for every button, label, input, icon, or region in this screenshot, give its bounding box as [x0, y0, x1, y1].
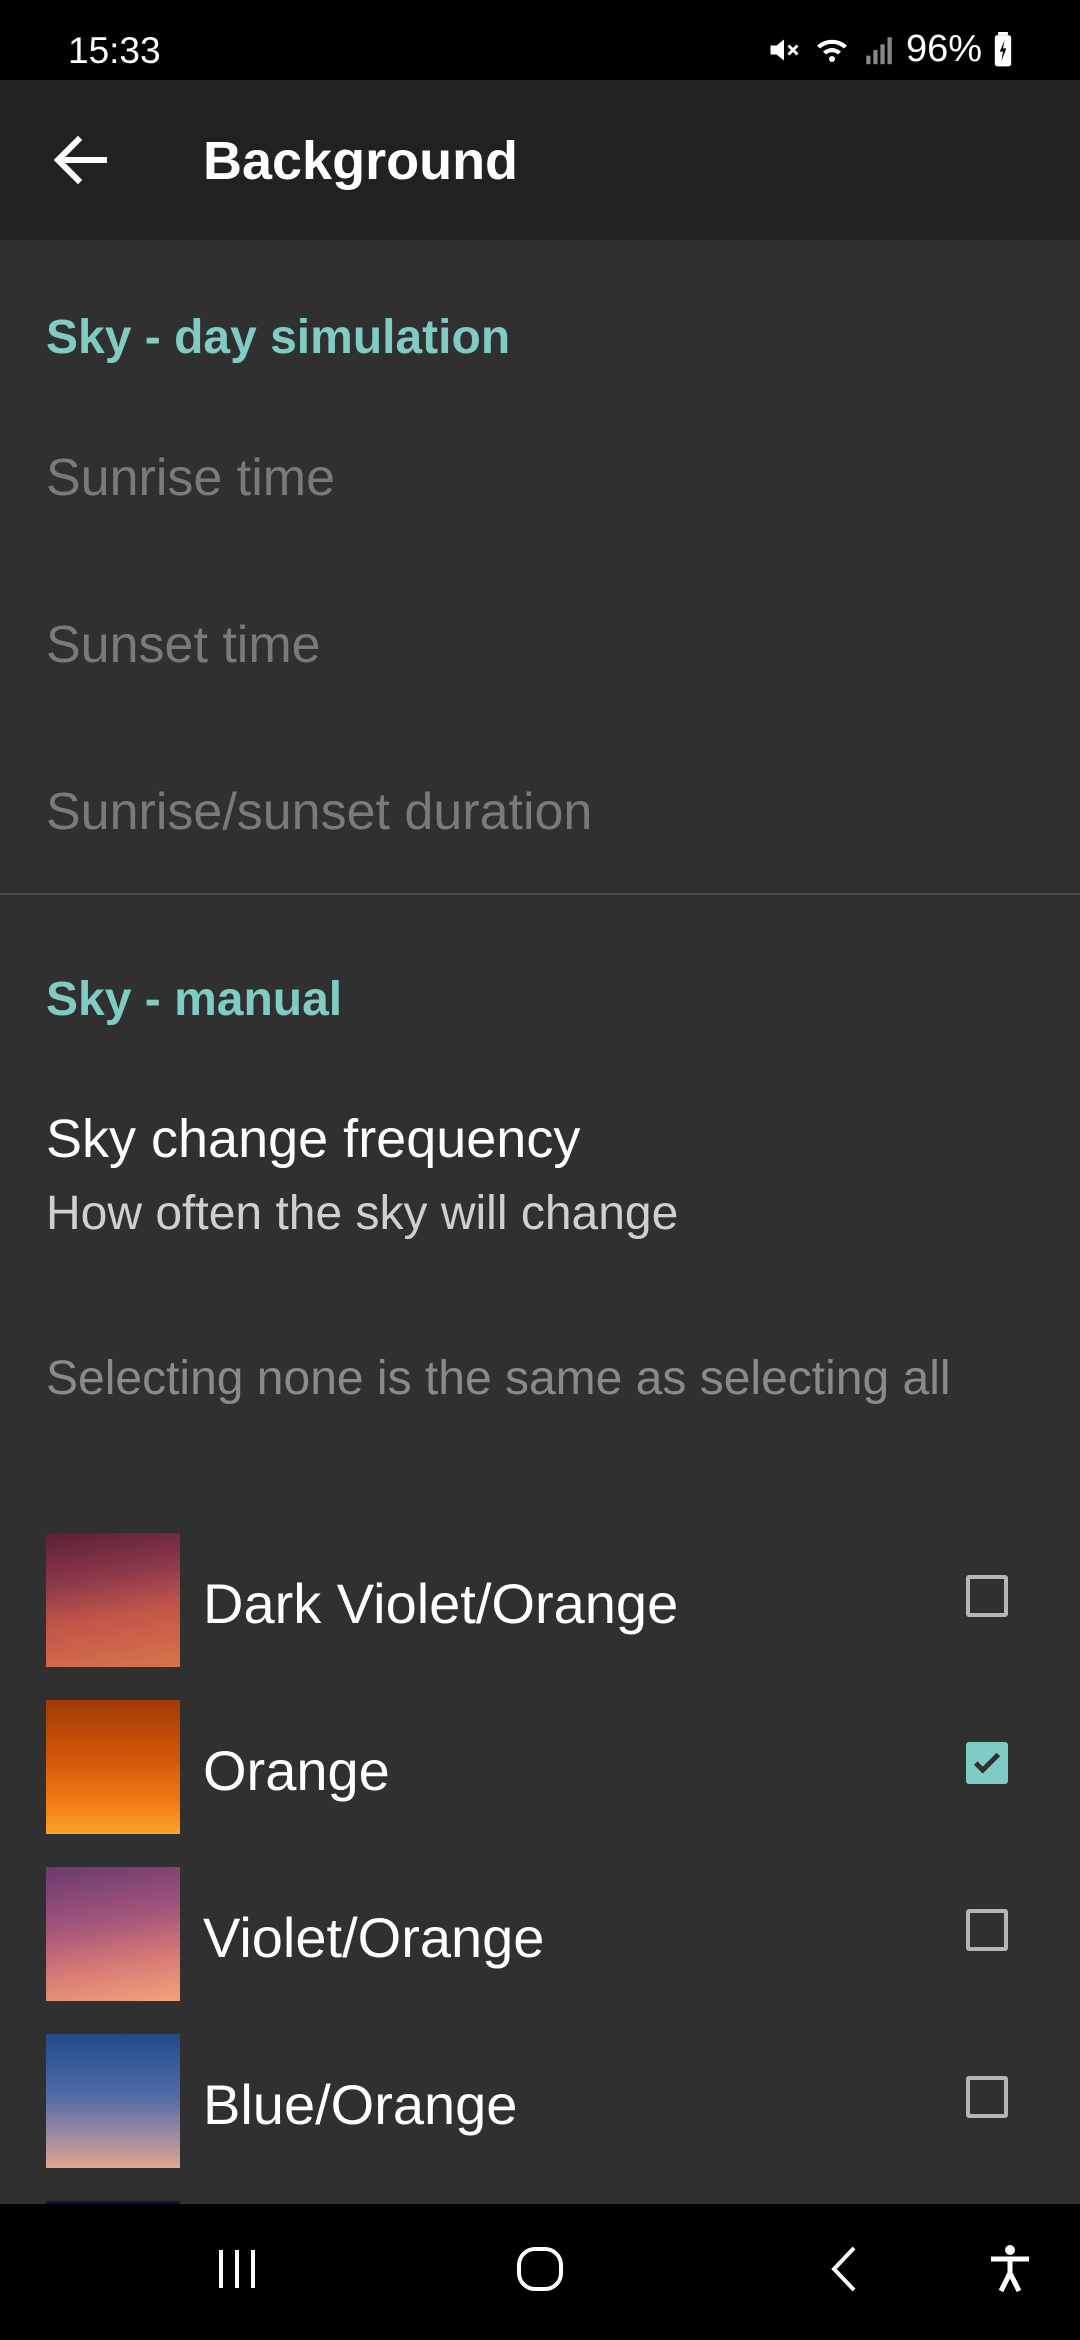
sky-thumbnail: [46, 1867, 180, 2001]
mute-icon: [770, 39, 799, 60]
pref-summary: How often the sky will change: [46, 1187, 679, 1240]
status-time: 15:33: [68, 30, 161, 71]
accessibility-icon[interactable]: [985, 2244, 1035, 2294]
sky-thumbnail: [46, 2034, 180, 2168]
pref-title: Sky change frequency: [46, 1109, 581, 1169]
sky-thumbnail: [46, 1533, 180, 1667]
page-title: Background: [203, 131, 519, 191]
navigation-bar: [0, 2204, 1080, 2340]
app-bar: Background: [0, 80, 1080, 240]
sky-checkbox[interactable]: [966, 1909, 1008, 1951]
recent-apps-icon[interactable]: [212, 2244, 262, 2294]
sky-checkbox[interactable]: [966, 1742, 1008, 1784]
sunrise-sunset-duration-pref[interactable]: Sunrise/sunset duration: [46, 782, 592, 842]
sky-label: Blue/Orange: [203, 2073, 518, 2136]
sky-checkbox[interactable]: [966, 2076, 1008, 2118]
home-icon[interactable]: [515, 2244, 565, 2294]
wifi-icon: [816, 39, 847, 62]
settings-list[interactable]: Sky - day simulation Sunrise time Sunset…: [0, 240, 1080, 2204]
signal-icon: [866, 36, 892, 64]
sky-item-violet-orange[interactable]: Violet/Orange: [0, 1867, 1080, 2034]
sky-item-orange[interactable]: Orange: [0, 1700, 1080, 1867]
section-divider: [0, 893, 1080, 895]
status-bar: 15:33 96%: [0, 0, 1080, 80]
section-header-day-simulation: Sky - day simulation: [46, 311, 511, 364]
sky-thumbnail: [46, 1700, 180, 1834]
battery-percent: 96%: [905, 28, 982, 70]
sky-label: Violet/Orange: [203, 1906, 545, 1969]
status-icons: 96%: [766, 28, 1014, 71]
section-header-manual: Sky - manual: [46, 973, 343, 1026]
sky-item-dark-violet-orange[interactable]: Dark Violet/Orange: [0, 1533, 1080, 1700]
sunset-time-pref[interactable]: Sunset time: [46, 615, 321, 675]
nav-back-icon[interactable]: [822, 2244, 872, 2294]
back-arrow-icon: [53, 135, 107, 185]
battery-icon: [994, 31, 1012, 66]
back-button[interactable]: [50, 132, 110, 188]
sky-label: Dark Violet/Orange: [203, 1572, 679, 1635]
sky-item-blue-orange[interactable]: Blue/Orange: [0, 2034, 1080, 2201]
sky-label: Orange: [203, 1739, 390, 1802]
sky-checkbox[interactable]: [966, 1575, 1008, 1617]
selection-note: Selecting none is the same as selecting …: [46, 1352, 951, 1405]
checkmark-icon: [973, 1752, 1001, 1774]
sunrise-time-pref[interactable]: Sunrise time: [46, 448, 335, 508]
